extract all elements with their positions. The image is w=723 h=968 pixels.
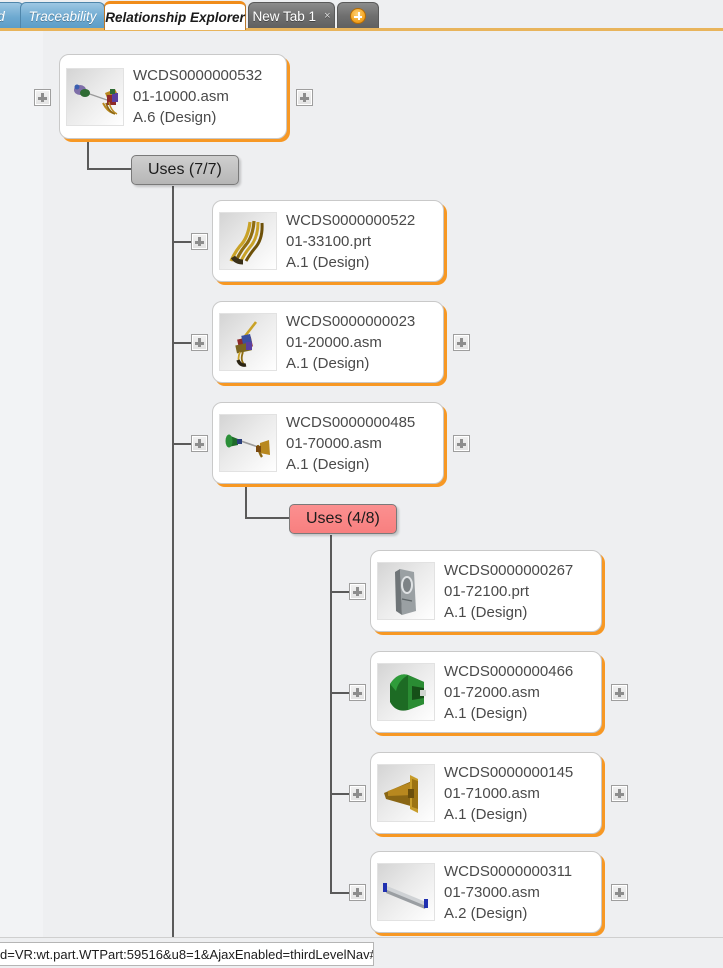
shaft-assembly-thumb	[219, 414, 277, 472]
expander-level3-2-left[interactable]	[349, 684, 366, 701]
node-revision: A.6 (Design)	[133, 109, 217, 126]
plus-circle-icon	[350, 8, 366, 24]
green-housing-thumb	[377, 663, 435, 721]
node-number: 01-72100.prt	[444, 582, 530, 600]
node-level3-2-text: WCDS0000000466 01-72000.asm A.1 (Design)	[444, 661, 573, 724]
expander-level3-1-left[interactable]	[349, 583, 366, 600]
expander-level3-3-right[interactable]	[611, 785, 628, 802]
tab-relationship-explorer[interactable]: Relationship Explorer	[104, 1, 246, 30]
relationship-badge-label: Uses (4/8)	[306, 510, 380, 527]
node-level2-3-text: WCDS0000000485 01-70000.asm A.1 (Design)	[286, 412, 415, 475]
tab-label: Traceability	[28, 8, 97, 24]
tab-label: d	[0, 9, 5, 24]
node-id: WCDS0000000023	[286, 312, 416, 330]
node-id: WCDS0000000466	[444, 662, 574, 680]
node-number: 01-72000.asm	[444, 683, 540, 701]
tab-traceability[interactable]: Traceability	[20, 2, 105, 29]
add-tab-button[interactable]	[337, 2, 379, 29]
connector-branch-level3-4	[330, 892, 349, 894]
node-revision: A.2 (Design)	[444, 904, 528, 922]
node-level3-3-text: WCDS0000000145 01-71000.asm A.1 (Design)	[444, 762, 573, 825]
bracket-plate-thumb	[377, 562, 435, 620]
expander-level3-4-left[interactable]	[349, 884, 366, 901]
node-id: WCDS0000000267	[444, 561, 574, 579]
status-url-text: d=VR:wt.part.WTPart:59516&u8=1&AjaxEnabl…	[0, 946, 374, 962]
connector-branch-level2-2	[172, 342, 191, 344]
connector-trunk-level3	[330, 535, 332, 893]
status-bar: d=VR:wt.part.WTPart:59516&u8=1&AjaxEnabl…	[0, 937, 723, 968]
expander-level3-4-right[interactable]	[611, 884, 628, 901]
node-level3-2[interactable]: WCDS0000000466 01-72000.asm A.1 (Design)	[370, 651, 602, 733]
node-revision: A.1 (Design)	[444, 704, 528, 722]
node-level2-2[interactable]: WCDS0000000023 01-20000.asm A.1 (Design)	[212, 301, 444, 383]
cable-harness-thumb	[219, 212, 277, 270]
expander-root-left[interactable]	[34, 89, 51, 106]
expander-level2-2-right[interactable]	[453, 334, 470, 351]
relationship-badge-uses-4-8[interactable]: Uses (4/8)	[289, 504, 397, 534]
connector-level2-3-down	[245, 485, 247, 518]
expander-level2-3-left[interactable]	[191, 435, 208, 452]
node-number: 01-10000.asm	[133, 88, 229, 105]
tab-label: Relationship Explorer	[105, 9, 245, 25]
node-level2-2-text: WCDS0000000023 01-20000.asm A.1 (Design)	[286, 311, 415, 374]
expander-level2-3-right[interactable]	[453, 435, 470, 452]
node-id: WCDS0000000311	[444, 862, 573, 880]
assembly-multicolor-thumb	[66, 67, 124, 126]
connector-branch-level2-1	[172, 241, 191, 243]
connector-branch-level2-3	[172, 443, 191, 445]
connector-root-down	[87, 137, 89, 169]
connector-level2-3-to-uses	[245, 517, 289, 519]
silver-rod-thumb	[377, 863, 435, 921]
canvas-left-lane	[0, 31, 43, 937]
node-level3-3[interactable]: WCDS0000000145 01-71000.asm A.1 (Design)	[370, 752, 602, 834]
relationship-explorer-canvas: WCDS0000000532 01-10000.asm A.6 (Design)…	[0, 31, 723, 937]
node-level3-4-text: WCDS0000000311 01-73000.asm A.2 (Design)	[444, 861, 572, 924]
node-level3-1[interactable]: WCDS0000000267 01-72100.prt A.1 (Design)	[370, 550, 602, 632]
status-url-field[interactable]: d=VR:wt.part.WTPart:59516&u8=1&AjaxEnabl…	[0, 942, 374, 966]
connector-root-to-uses	[87, 168, 131, 170]
node-id: WCDS0000000145	[444, 763, 574, 781]
node-revision: A.1 (Design)	[286, 253, 370, 271]
node-level2-1-text: WCDS0000000522 01-33100.prt A.1 (Design)	[286, 210, 415, 273]
connector-trunk-level2	[172, 186, 174, 937]
tab-bar: d Traceability Relationship Explorer New…	[0, 0, 723, 31]
close-icon[interactable]: ×	[324, 10, 330, 22]
node-revision: A.1 (Design)	[286, 455, 370, 473]
node-number: 01-71000.asm	[444, 784, 540, 802]
expander-root-right[interactable]	[296, 89, 313, 106]
node-root[interactable]: WCDS0000000532 01-10000.asm A.6 (Design)	[59, 54, 287, 139]
expander-level2-2-left[interactable]	[191, 334, 208, 351]
expander-level2-1-left[interactable]	[191, 233, 208, 250]
gold-cone-thumb	[377, 764, 435, 822]
node-level2-1[interactable]: WCDS0000000522 01-33100.prt A.1 (Design)	[212, 200, 444, 282]
tab-new-tab-1[interactable]: New Tab 1 ×	[248, 2, 335, 29]
node-id: WCDS0000000485	[286, 413, 416, 431]
node-number: 01-20000.asm	[286, 333, 382, 351]
connector-branch-level3-2	[330, 692, 349, 694]
node-level2-3[interactable]: WCDS0000000485 01-70000.asm A.1 (Design)	[212, 402, 444, 484]
node-number: 01-33100.prt	[286, 232, 372, 250]
node-id: WCDS0000000522	[286, 211, 416, 229]
node-number: 01-70000.asm	[286, 434, 382, 452]
node-revision: A.1 (Design)	[444, 603, 528, 621]
expander-level3-2-right[interactable]	[611, 684, 628, 701]
relationship-badge-uses-7-7[interactable]: Uses (7/7)	[131, 155, 239, 185]
node-revision: A.1 (Design)	[444, 805, 528, 823]
connector-branch-level3-1	[330, 591, 349, 593]
node-root-text: WCDS0000000532 01-10000.asm A.6 (Design)	[133, 65, 262, 128]
node-number: 01-73000.asm	[444, 883, 540, 901]
node-level3-1-text: WCDS0000000267 01-72100.prt A.1 (Design)	[444, 560, 573, 623]
connector-assembly-thumb	[219, 313, 277, 371]
relationship-badge-label: Uses (7/7)	[148, 161, 222, 178]
node-level3-4[interactable]: WCDS0000000311 01-73000.asm A.2 (Design)	[370, 851, 602, 933]
node-id: WCDS0000000532	[133, 67, 263, 84]
tab-label: New Tab 1	[252, 8, 317, 24]
expander-level3-3-left[interactable]	[349, 785, 366, 802]
node-revision: A.1 (Design)	[286, 354, 370, 372]
connector-branch-level3-3	[330, 793, 349, 795]
